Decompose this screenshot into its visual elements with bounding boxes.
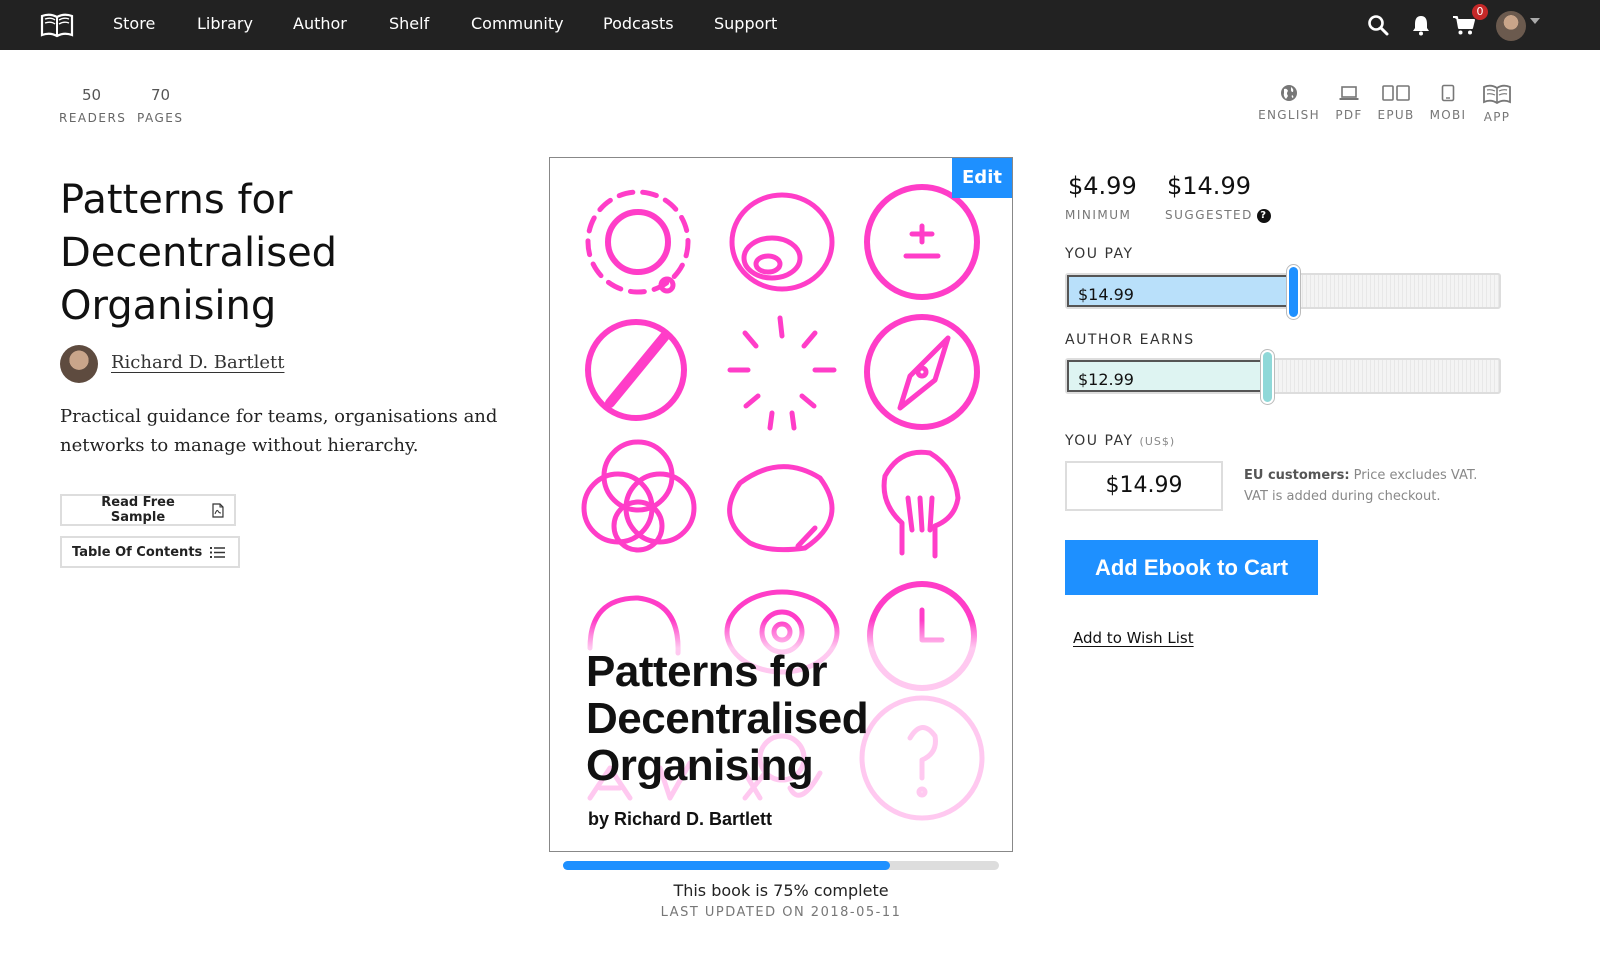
- format-app[interactable]: APP: [1479, 84, 1515, 124]
- search-icon[interactable]: [1366, 13, 1390, 37]
- minimum-label: MINIMUM: [1065, 208, 1132, 222]
- author-earns-slider-handle[interactable]: [1261, 350, 1274, 404]
- format-label: MOBI: [1429, 108, 1467, 122]
- tablets-icon: [1382, 85, 1410, 101]
- cover-title-line: Decentralised: [586, 694, 869, 743]
- you-pay-slider-fill: $14.99: [1067, 275, 1292, 307]
- cover-byline: by Richard D. Bartlett: [588, 809, 773, 829]
- suggested-price: $14.99: [1167, 172, 1251, 200]
- format-label: PDF: [1335, 108, 1363, 122]
- readers-label: READERS: [59, 111, 127, 125]
- user-avatar[interactable]: [1496, 11, 1526, 41]
- nav-author[interactable]: Author: [293, 14, 347, 33]
- book-title-line: Patterns for: [60, 177, 293, 223]
- you-pay-slider-value: $14.99: [1078, 285, 1134, 304]
- globe-icon: [1281, 85, 1297, 101]
- table-of-contents-button[interactable]: Table Of Contents: [60, 536, 240, 568]
- pages-count: 70: [151, 86, 171, 104]
- format-pdf[interactable]: PDF: [1333, 84, 1365, 122]
- format-english[interactable]: ENGLISH: [1256, 84, 1322, 122]
- nav-library[interactable]: Library: [197, 14, 253, 33]
- nav-podcasts[interactable]: Podcasts: [603, 14, 674, 33]
- you-pay-slider-handle[interactable]: [1287, 265, 1300, 319]
- add-to-cart-button[interactable]: Add Ebook to Cart: [1065, 540, 1318, 595]
- author-earns-slider[interactable]: $12.99: [1065, 350, 1501, 404]
- you-pay-input[interactable]: $14.99: [1065, 461, 1223, 511]
- author-avatar[interactable]: [60, 345, 98, 383]
- laptop-icon: [1339, 86, 1359, 100]
- book-title-line: Organising: [60, 283, 277, 329]
- add-to-wishlist-link[interactable]: Add to Wish List: [1073, 629, 1194, 647]
- cover-title-line: Patterns for: [586, 647, 827, 696]
- minimum-price: $4.99: [1068, 172, 1137, 200]
- vat-note: EU customers: Price excludes VAT. VAT is…: [1244, 465, 1494, 507]
- cover-title: Patterns for Decentralised Organising: [586, 647, 869, 790]
- author-earns-slider-fill: $12.99: [1067, 360, 1266, 392]
- read-sample-button[interactable]: Read Free Sample: [60, 494, 236, 526]
- format-label: EPUB: [1377, 108, 1415, 122]
- format-mobi[interactable]: MOBI: [1427, 84, 1469, 122]
- format-epub[interactable]: EPUB: [1375, 84, 1417, 122]
- chevron-down-icon[interactable]: [1530, 18, 1540, 24]
- readers-count: 50: [82, 86, 102, 104]
- book-title-line: Decentralised: [60, 230, 338, 276]
- table-of-contents-label: Table Of Contents: [72, 544, 203, 560]
- currency-label: (US$): [1139, 435, 1176, 448]
- question-icon[interactable]: ?: [1256, 209, 1271, 223]
- pdf-file-icon: [212, 502, 224, 518]
- ereader-icon: [1441, 84, 1455, 102]
- completion-progress-fill: [563, 861, 890, 870]
- you-pay-slider[interactable]: $14.99: [1065, 265, 1501, 319]
- you-pay-slider-label: YOU PAY: [1065, 246, 1134, 262]
- author-link[interactable]: Richard D. Bartlett: [111, 352, 284, 373]
- you-pay-input-label-text: YOU PAY: [1065, 433, 1134, 449]
- nav-store[interactable]: Store: [113, 14, 155, 33]
- read-sample-label: Read Free Sample: [101, 495, 175, 525]
- book-blurb: Practical guidance for teams, organisati…: [60, 406, 498, 456]
- list-icon: [210, 546, 226, 558]
- cover-title-line: Organising: [586, 741, 814, 790]
- book-title: Patterns for Decentralised Organising: [60, 174, 480, 333]
- suggested-label: SUGGESTED?: [1165, 208, 1271, 223]
- author-earns-value: $12.99: [1078, 370, 1134, 389]
- author-earns-label: AUTHOR EARNS: [1065, 332, 1195, 348]
- nav-shelf[interactable]: Shelf: [389, 14, 429, 33]
- format-label: ENGLISH: [1258, 108, 1320, 122]
- completion-text: This book is 75% complete: [673, 881, 889, 900]
- last-updated-text: LAST UPDATED ON 2018-05-11: [660, 905, 902, 920]
- completion-progress-bar: [563, 861, 999, 870]
- bell-icon[interactable]: [1409, 13, 1433, 37]
- edit-cover-button[interactable]: Edit: [952, 158, 1012, 198]
- cart-count-badge: 0: [1472, 4, 1488, 20]
- you-pay-input-label: YOU PAY (US$): [1065, 433, 1175, 449]
- leanpub-logo-icon[interactable]: [40, 11, 74, 39]
- top-nav: Store Library Author Shelf Community Pod…: [0, 0, 1600, 50]
- suggested-label-text: SUGGESTED: [1165, 208, 1253, 222]
- pages-label: PAGES: [137, 111, 184, 125]
- open-book-icon: [1483, 84, 1511, 104]
- format-label: APP: [1483, 110, 1511, 124]
- book-cover: Edit Patterns for Decentralised Organisi…: [549, 157, 1013, 852]
- cart-icon[interactable]: [1452, 13, 1476, 37]
- nav-community[interactable]: Community: [471, 14, 564, 33]
- vat-note-bold: EU customers:: [1244, 468, 1350, 483]
- nav-support[interactable]: Support: [714, 14, 777, 33]
